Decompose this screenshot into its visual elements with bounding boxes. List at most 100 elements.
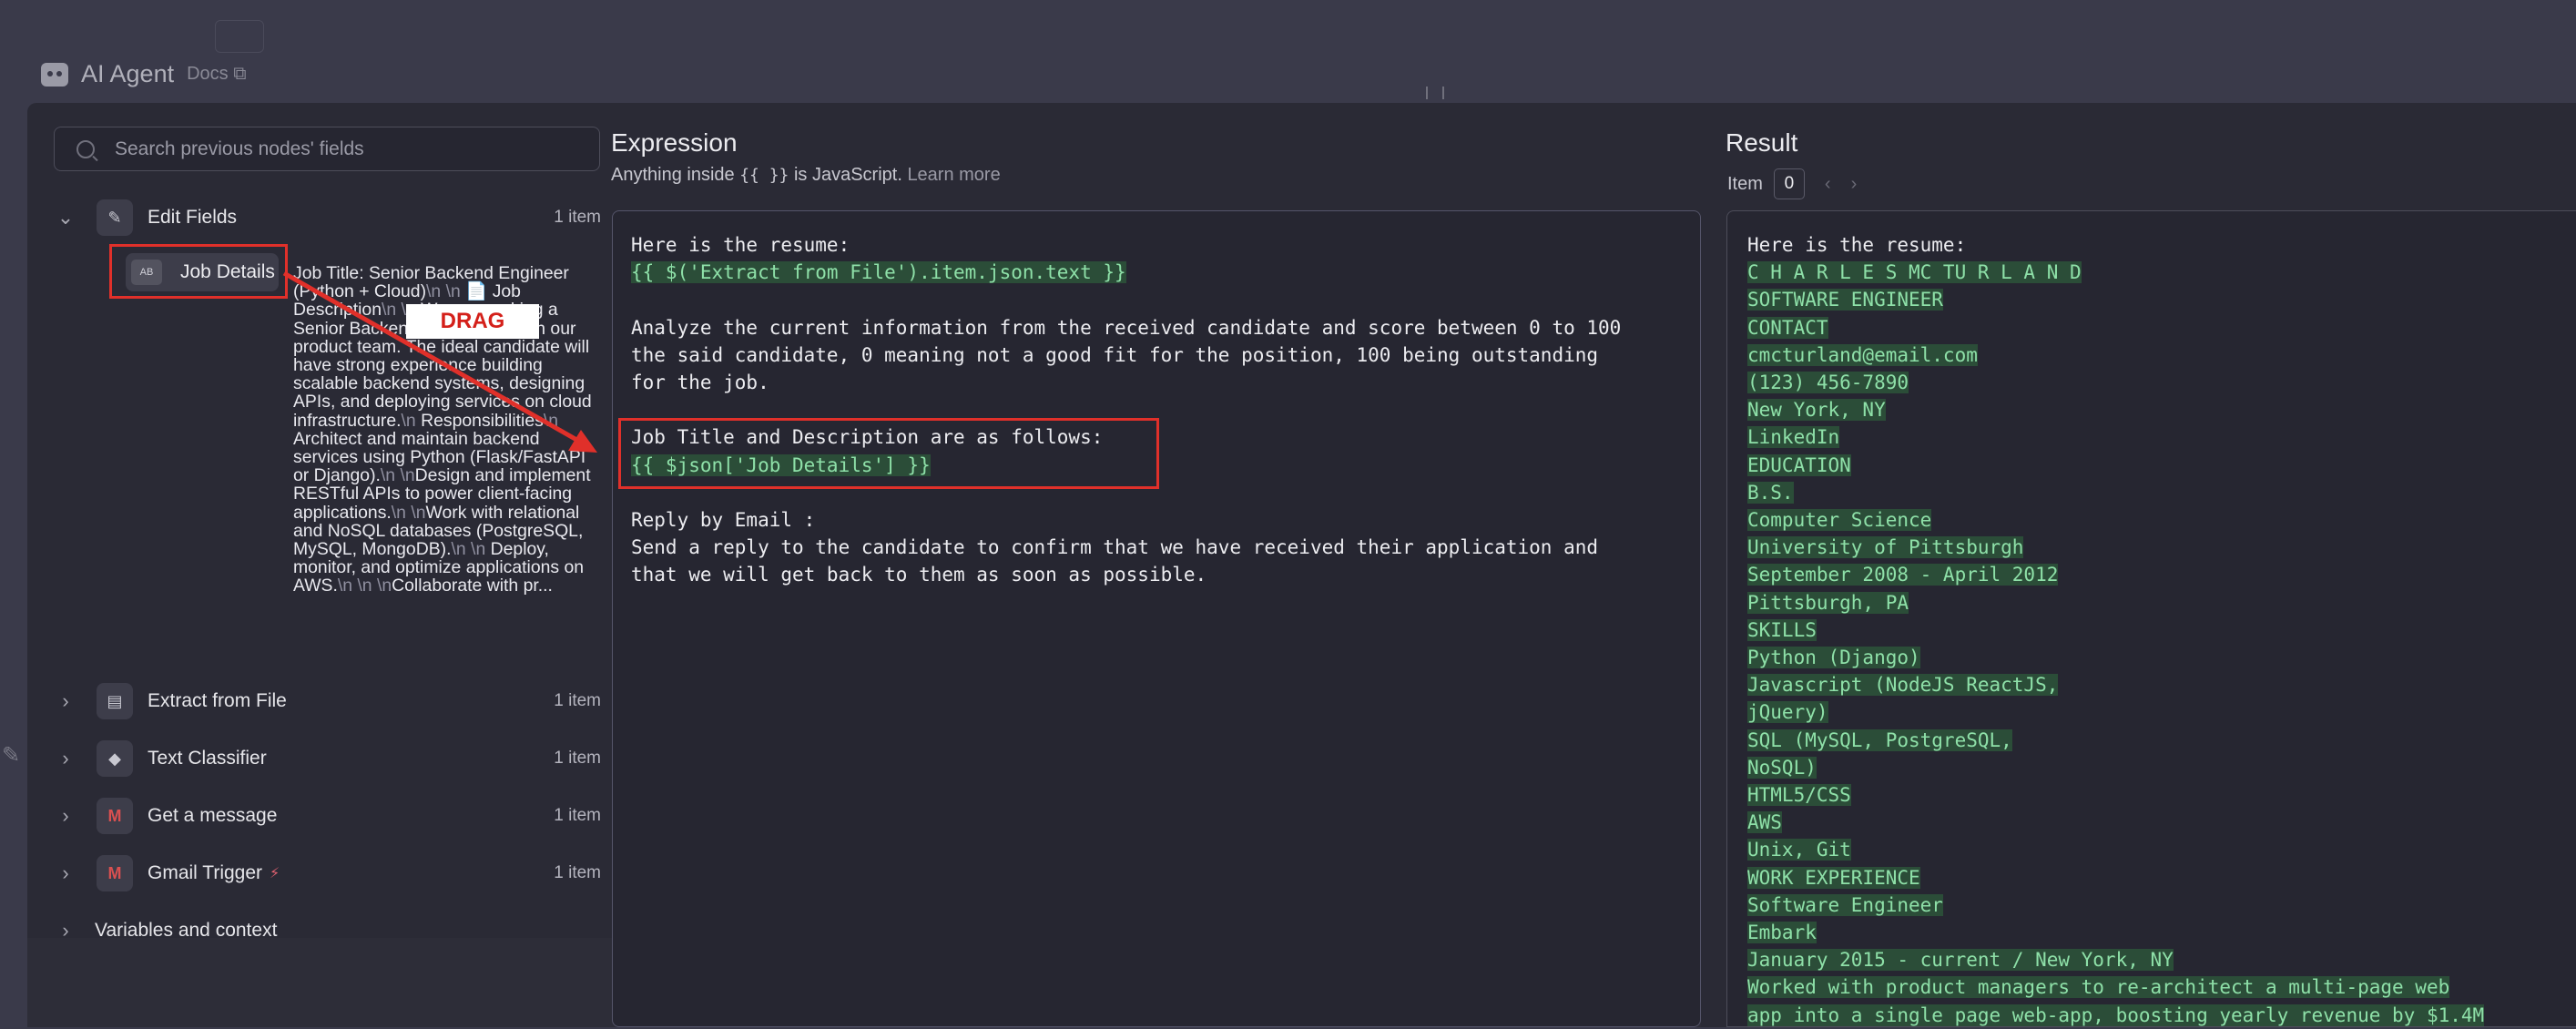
item-label: Item	[1727, 173, 1763, 194]
node-name: Text Classifier	[148, 748, 267, 769]
result-line-text: Pittsburgh, PA	[1747, 591, 1909, 614]
result-line: NoSQL)	[1747, 754, 2484, 781]
panel-drag-handle[interactable]	[1426, 87, 1444, 99]
result-line-text: SKILLS	[1747, 618, 1817, 641]
result-line: EDUCATION	[1747, 452, 2484, 479]
newline-marker: \n \n	[451, 539, 486, 560]
node-row-gmail-trigger[interactable]: › M Gmail Trigger ⚡ 1 item	[55, 853, 601, 893]
expression-text: the said candidate, 0 meaning not a good…	[631, 343, 1599, 366]
result-line-text: EDUCATION	[1747, 453, 1851, 476]
result-line: New York, NY	[1747, 396, 2484, 423]
gmail-icon: M	[97, 855, 133, 891]
preview-text: Collaborate with pr...	[392, 576, 553, 596]
result-line: LinkedIn	[1747, 423, 2484, 451]
node-name: Get a message	[148, 805, 278, 826]
result-line-text: January 2015 - current / New York, NY	[1747, 949, 2174, 972]
node-name: Gmail Trigger	[148, 862, 263, 883]
result-line-text: B.S.	[1747, 481, 1794, 504]
expression-text: Reply by Email :	[631, 509, 816, 532]
result-line: Javascript (NodeJS ReactJS,	[1747, 671, 2484, 698]
node-item-count: 1 item	[554, 806, 601, 825]
item-index-input[interactable]: 0	[1773, 168, 1805, 199]
expression-line: for the job.	[631, 369, 1621, 396]
newline-marker: \n \n	[391, 502, 426, 523]
variables-and-context-row[interactable]: › Variables and context	[55, 912, 277, 949]
gmail-icon: M	[97, 798, 133, 834]
result-line-text: jQuery)	[1747, 701, 1828, 724]
result-line-text: AWS	[1747, 811, 1782, 834]
result-line: B.S.	[1747, 479, 2484, 506]
expression-title: Expression	[611, 128, 738, 157]
result-line-text: Javascript (NodeJS ReactJS,	[1747, 674, 2059, 697]
result-line-text: NoSQL)	[1747, 756, 1817, 779]
chevron-down-icon[interactable]: ⌄	[55, 206, 76, 229]
result-line: SKILLS	[1747, 616, 2484, 644]
result-line: cmcturland@email.com	[1747, 341, 2484, 369]
chevron-right-icon[interactable]: ›	[55, 689, 76, 713]
result-title: Result	[1726, 128, 1798, 157]
result-line: Pittsburgh, PA	[1747, 589, 2484, 616]
subtitle-prefix: Anything inside	[611, 165, 740, 185]
chevron-right-icon[interactable]: ›	[55, 804, 76, 828]
result-line-text: WORK EXPERIENCE	[1747, 866, 1920, 889]
result-line: app into a single page web-app, boosting…	[1747, 1002, 2485, 1029]
chevron-right-icon[interactable]: ›	[55, 747, 76, 770]
bolt-icon: ⚡	[270, 866, 280, 881]
result-line: (123) 456-7890	[1747, 369, 2484, 396]
result-line-text: SOFTWARE ENGINEER	[1747, 289, 1943, 311]
expression-line: Send a reply to the candidate to confirm…	[631, 534, 1621, 561]
newline-marker: \n \n	[380, 465, 415, 486]
learn-more-link[interactable]: Learn more	[907, 165, 1000, 185]
search-placeholder: Search previous nodes' fields	[115, 138, 364, 159]
expression-variable: {{ $('Extract from File').item.json.text…	[631, 261, 1126, 284]
chevron-right-icon[interactable]: ›	[55, 919, 76, 942]
chevron-right-icon[interactable]: ›	[1851, 174, 1858, 195]
pencil-icon: ✎	[2, 743, 21, 768]
expression-text: Send a reply to the candidate to confirm…	[631, 536, 1599, 559]
newline-marker: \n	[401, 410, 416, 431]
result-line: HTML5/CSS	[1747, 781, 2484, 809]
node-name: Extract from File	[148, 690, 287, 711]
result-line: AWS	[1747, 809, 2484, 836]
result-line: SQL (MySQL, PostgreSQL,	[1747, 727, 2484, 754]
result-line: CONTACT	[1747, 314, 2484, 341]
docs-link[interactable]: Docs ⧉	[187, 64, 246, 85]
node-row-get-a-message[interactable]: › M Get a message 1 item	[55, 796, 601, 836]
result-line-text: cmcturland@email.com	[1747, 343, 1978, 366]
expression-text: Here is the resume:	[631, 234, 850, 256]
annotation-box-field	[109, 244, 288, 299]
node-row-text-classifier[interactable]: › ◆ Text Classifier 1 item	[55, 739, 601, 779]
result-line-text: HTML5/CSS	[1747, 784, 1851, 807]
drag-annotation-label: DRAG	[406, 304, 539, 339]
result-line: Unix, Git	[1747, 836, 2484, 863]
node-title: AI Agent	[81, 60, 175, 87]
result-line-text: (123) 456-7890	[1747, 372, 1909, 394]
expression-text: for the job.	[631, 372, 769, 394]
expression-line	[631, 286, 1621, 313]
result-line: Computer Science	[1747, 506, 2484, 534]
background-node-header: AI Agent Docs ⧉	[41, 60, 247, 88]
expression-code[interactable]: Here is the resume: {{ $('Extract from Fi…	[631, 231, 1621, 589]
result-line-text: CONTACT	[1747, 316, 1828, 339]
result-line-text: New York, NY	[1747, 399, 1886, 422]
pencil-icon: ✎	[97, 199, 133, 236]
node-row-extract-from-file[interactable]: › ▤ Extract from File 1 item	[55, 681, 601, 721]
result-line-text: SQL (MySQL, PostgreSQL,	[1747, 728, 2012, 751]
result-line-text: C H A R L E S MC TU R L A N D	[1747, 261, 2082, 284]
result-line: Software Engineer	[1747, 891, 2484, 919]
result-line: January 2015 - current / New York, NY	[1747, 946, 2484, 973]
node-row-edit-fields[interactable]: ⌄ ✎ Edit Fields 1 item	[55, 198, 601, 238]
result-line-text: Worked with product managers to re-archi…	[1747, 976, 2450, 999]
chevron-left-icon[interactable]: ‹	[1825, 174, 1831, 195]
preview-text: Responsibilities	[415, 410, 544, 431]
tag-icon: ◆	[97, 740, 133, 777]
result-line-text: Unix, Git	[1747, 839, 1851, 861]
expression-line: the said candidate, 0 meaning not a good…	[631, 341, 1621, 369]
result-line: WORK EXPERIENCE	[1747, 864, 2484, 891]
result-item-selector: Item 0 ‹ ›	[1727, 168, 1857, 199]
chevron-right-icon[interactable]: ›	[55, 861, 76, 885]
search-input[interactable]: Search previous nodes' fields	[54, 127, 600, 171]
expression-text: Analyze the current information from the…	[631, 316, 1622, 339]
result-line-text: LinkedIn	[1747, 426, 1840, 449]
result-line: Worked with product managers to re-archi…	[1747, 973, 2484, 1001]
